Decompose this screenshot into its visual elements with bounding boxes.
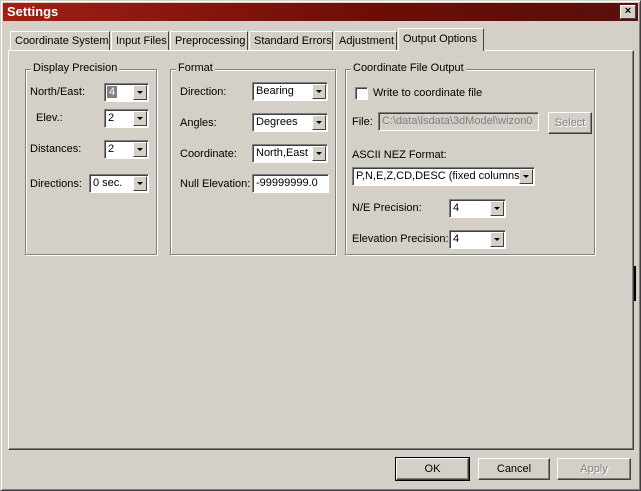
ne-precision-label: N/E Precision: <box>352 202 422 214</box>
settings-dialog: Settings × Coordinate System Input Files… <box>0 0 641 491</box>
north-east-precision-select[interactable]: 4 <box>104 83 149 102</box>
elevation-precision-label: Elevation Precision: <box>352 233 449 245</box>
directions-precision-select[interactable]: 0 sec. <box>89 174 149 193</box>
tab-panel-output-options: Display Precision North/East: 4 Elev.: 2… <box>8 50 634 450</box>
direction-label: Direction: <box>180 86 227 98</box>
chevron-down-icon[interactable] <box>133 176 147 191</box>
ascii-nez-format-select[interactable]: P,N,E,Z,CD,DESC (fixed columns) <box>352 167 535 186</box>
tab-label: Standard Errors <box>254 35 332 47</box>
window-title: Settings <box>7 4 59 19</box>
window-edge-artifact <box>634 266 636 301</box>
chevron-down-icon[interactable] <box>312 115 326 130</box>
chevron-down-icon[interactable] <box>490 232 504 247</box>
close-button[interactable]: × <box>620 5 636 19</box>
angles-format-select[interactable]: Degrees <box>252 113 328 132</box>
chevron-down-icon[interactable] <box>133 142 147 157</box>
select-file-button[interactable]: Select <box>548 112 592 134</box>
chevron-down-icon[interactable] <box>133 85 147 100</box>
direction-value: Bearing <box>256 85 294 97</box>
chevron-down-icon[interactable] <box>519 169 533 184</box>
north-east-label: North/East: <box>30 86 86 98</box>
ascii-nez-format-label: ASCII NEZ Format: <box>352 149 447 161</box>
tab-label: Output Options <box>403 33 477 45</box>
chevron-down-icon[interactable] <box>490 201 504 216</box>
display-precision-group: Display Precision North/East: 4 Elev.: 2… <box>25 62 157 255</box>
file-label: File: <box>352 116 373 128</box>
close-icon: × <box>624 5 632 17</box>
tab-input-files[interactable]: Input Files <box>111 31 169 50</box>
write-coordinate-file-checkbox[interactable] <box>355 87 368 100</box>
format-legend: Format <box>176 62 215 74</box>
direction-format-select[interactable]: Bearing <box>252 82 328 101</box>
coordinate-file-output-legend: Coordinate File Output <box>351 62 466 74</box>
cancel-button[interactable]: Cancel <box>478 458 550 480</box>
tab-preprocessing[interactable]: Preprocessing <box>170 31 248 50</box>
elevation-precision-value: 4 <box>453 233 460 245</box>
apply-button-label: Apply <box>580 463 608 475</box>
angles-label: Angles: <box>180 117 217 129</box>
apply-button[interactable]: Apply <box>557 458 631 480</box>
coordinate-file-output-group: Coordinate File Output Write to coordina… <box>345 62 595 255</box>
ne-precision-value: 4 <box>453 202 460 214</box>
chevron-down-icon[interactable] <box>312 84 326 99</box>
distances-value: 2 <box>108 143 115 155</box>
coordinate-format-select[interactable]: North,East <box>252 144 328 163</box>
title-bar[interactable]: Settings × <box>3 3 638 21</box>
tab-label: Adjustment <box>339 35 395 47</box>
directions-label: Directions: <box>30 178 82 190</box>
distances-precision-select[interactable]: 2 <box>104 140 149 159</box>
write-coordinate-file-label[interactable]: Write to coordinate file <box>373 87 482 99</box>
tab-standard-errors[interactable]: Standard Errors <box>249 31 333 50</box>
tab-coordinate-system[interactable]: Coordinate System <box>10 31 110 50</box>
coordinate-value: North,East <box>256 147 308 159</box>
tab-label: Input Files <box>116 35 167 47</box>
file-path-input[interactable]: C:\data\lsdata\3dModel\wizon0 <box>378 112 539 131</box>
null-elevation-input[interactable]: -99999999.0 <box>252 174 329 193</box>
chevron-down-icon[interactable] <box>312 146 326 161</box>
chevron-down-icon[interactable] <box>133 111 147 126</box>
elev-precision-select[interactable]: 2 <box>104 109 149 128</box>
elev-label: Elev.: <box>36 112 63 124</box>
ok-button[interactable]: OK <box>395 457 470 481</box>
format-group: Format Direction: Bearing Angles: Degree… <box>170 62 336 255</box>
ok-button-label: OK <box>424 463 441 475</box>
tab-label: Preprocessing <box>175 35 246 47</box>
ascii-nez-format-value: P,N,E,Z,CD,DESC (fixed columns) <box>356 170 524 182</box>
distances-label: Distances: <box>30 143 82 155</box>
null-elevation-label: Null Elevation: <box>180 178 251 190</box>
cancel-button-label: Cancel <box>496 463 532 475</box>
tab-label: Coordinate System <box>15 35 109 47</box>
display-precision-legend: Display Precision <box>31 62 120 74</box>
north-east-value: 4 <box>107 86 118 98</box>
tab-adjustment[interactable]: Adjustment <box>334 31 397 50</box>
coordinate-label: Coordinate: <box>180 148 237 160</box>
elevation-precision-select[interactable]: 4 <box>449 230 506 249</box>
elev-value: 2 <box>108 112 115 124</box>
directions-value: 0 sec. <box>93 177 123 189</box>
angles-value: Degrees <box>256 116 298 128</box>
select-button-label: Select <box>554 117 586 129</box>
ne-precision-select[interactable]: 4 <box>449 199 506 218</box>
tab-output-options[interactable]: Output Options <box>398 28 484 51</box>
